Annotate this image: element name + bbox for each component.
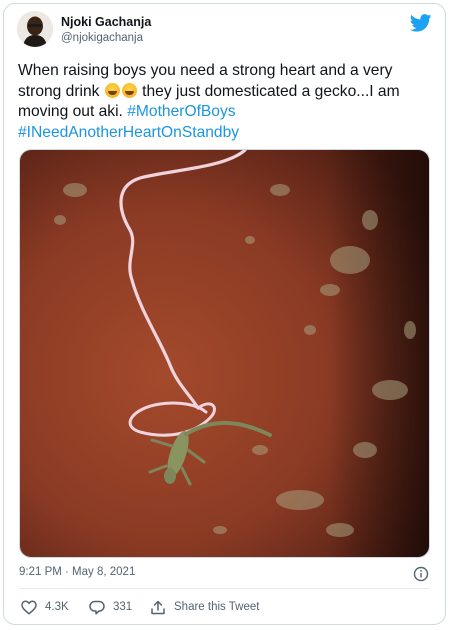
- reply-count: 331: [113, 601, 133, 613]
- hashtag-mother-of-boys[interactable]: #MotherOfBoys: [127, 103, 235, 120]
- like-count: 4.3K: [45, 601, 69, 613]
- twitter-bird-icon[interactable]: [410, 14, 432, 32]
- share-button[interactable]: Share this Tweet: [150, 598, 259, 616]
- tweet-photo[interactable]: [19, 149, 430, 558]
- share-icon: [151, 600, 165, 614]
- info-icon[interactable]: [413, 566, 429, 582]
- reply-bubble-icon: [89, 600, 105, 615]
- like-button[interactable]: 4.3K: [21, 598, 69, 616]
- avatar-photo: [17, 11, 53, 47]
- tweet-timestamp[interactable]: 9:21 PM · May 8, 2021: [19, 566, 135, 578]
- reply-button[interactable]: 331: [89, 598, 132, 616]
- tweet-text: When raising boys you need a strong hear…: [18, 61, 430, 143]
- grinning-sweat-emoji-icon: [104, 82, 120, 98]
- author-handle[interactable]: @njokigachanja: [61, 32, 143, 44]
- tweet-actions: 4.3K 331 Share this Tweet: [19, 598, 430, 616]
- avatar[interactable]: [17, 11, 53, 47]
- divider: [19, 588, 430, 589]
- share-label: Share this Tweet: [174, 601, 260, 613]
- heart-icon: [21, 600, 37, 615]
- author-name[interactable]: Njoki Gachanja: [61, 15, 151, 29]
- hashtag-i-need-another-heart[interactable]: #INeedAnotherHeartOnStandby: [18, 124, 239, 141]
- gecko-on-string-photo: [20, 150, 429, 557]
- grinning-sweat-emoji-icon: [121, 82, 137, 98]
